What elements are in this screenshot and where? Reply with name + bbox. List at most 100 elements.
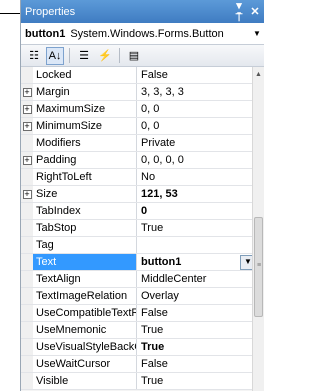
toolbar-separator — [69, 48, 70, 63]
property-row-locked[interactable]: Locked False — [21, 67, 264, 84]
row-gutter: + — [21, 118, 33, 134]
property-pages-icon[interactable]: ▤ — [125, 47, 143, 65]
property-row-modifiers[interactable]: Modifiers Private — [21, 135, 264, 152]
property-name: UseMnemonic — [33, 322, 137, 338]
property-row-text[interactable]: Text button1 ▼ — [21, 254, 264, 271]
property-value[interactable]: False — [137, 67, 264, 83]
property-row-tabindex[interactable]: TabIndex 0 — [21, 203, 264, 220]
expand-icon[interactable]: + — [22, 121, 32, 131]
property-row-maximumsize[interactable]: + MaximumSize 0, 0 — [21, 101, 264, 118]
property-name: Locked — [33, 67, 137, 83]
categorized-icon[interactable]: ☷ — [25, 47, 43, 65]
property-value[interactable]: button1 ▼ — [137, 254, 264, 270]
property-value-text: 3, 3, 3, 3 — [141, 86, 184, 98]
property-name: TabIndex — [33, 203, 137, 219]
property-row-righttoleft[interactable]: RightToLeft No — [21, 169, 264, 186]
property-row-tag[interactable]: Tag — [21, 237, 264, 254]
close-icon[interactable]: ✕ — [248, 5, 262, 18]
property-value-text: Private — [141, 137, 176, 149]
property-row-tabstop[interactable]: TabStop True — [21, 220, 264, 237]
property-value-text: True — [141, 375, 164, 387]
property-value-text: 0 — [141, 205, 148, 217]
property-value[interactable]: 0, 0, 0, 0 — [137, 152, 264, 168]
property-value[interactable]: True — [137, 373, 264, 389]
property-row-usemnemonic[interactable]: UseMnemonic True — [21, 322, 264, 339]
row-gutter — [21, 135, 33, 151]
property-value[interactable]: 0, 0 — [137, 118, 264, 134]
property-value[interactable]: No — [137, 169, 264, 185]
property-name: Visible — [33, 373, 137, 389]
property-row-size[interactable]: + Size 121, 53 — [21, 186, 264, 203]
chevron-down-icon[interactable]: ▼ — [250, 29, 264, 38]
property-row-usevisualstylebackcc[interactable]: UseVisualStyleBackCc True — [21, 339, 264, 356]
property-value[interactable]: MiddleCenter — [137, 271, 264, 287]
property-value-text: 121, 53 — [141, 188, 178, 200]
property-row-padding[interactable]: + Padding 0, 0, 0, 0 — [21, 152, 264, 169]
property-name: MinimumSize — [33, 118, 137, 134]
expand-icon[interactable]: + — [22, 155, 32, 165]
row-gutter — [21, 203, 33, 219]
toolbar-separator — [119, 48, 120, 63]
property-row-usewaitcursor[interactable]: UseWaitCursor False — [21, 356, 264, 373]
expand-icon[interactable]: + — [22, 87, 32, 97]
scroll-up-icon[interactable]: ▲ — [253, 67, 264, 81]
property-value[interactable]: True — [137, 322, 264, 338]
property-value[interactable]: 121, 53 — [137, 186, 264, 202]
expand-icon[interactable]: + — [22, 104, 32, 114]
property-row-minimumsize[interactable]: + MinimumSize 0, 0 — [21, 118, 264, 135]
property-value-text: True — [141, 341, 165, 353]
property-name: RightToLeft — [33, 169, 137, 185]
scrollbar-thumb[interactable]: ≡ — [254, 217, 263, 317]
property-value-text: 0, 0 — [141, 120, 160, 132]
row-gutter — [21, 288, 33, 304]
row-gutter — [21, 220, 33, 236]
object-selector[interactable]: button1 System.Windows.Forms.Button ▼ — [21, 23, 264, 45]
row-gutter — [21, 254, 33, 270]
property-value-text: False — [141, 358, 168, 370]
property-value[interactable]: 0 — [137, 203, 264, 219]
property-value[interactable]: False — [137, 305, 264, 321]
property-value[interactable] — [137, 237, 264, 253]
property-name: UseWaitCursor — [33, 356, 137, 372]
property-row-margin[interactable]: + Margin 3, 3, 3, 3 — [21, 84, 264, 101]
property-row-visible[interactable]: Visible True — [21, 373, 264, 390]
property-value[interactable]: True — [137, 339, 264, 355]
property-value-text: 0, 0, 0, 0 — [141, 154, 184, 166]
property-name: TextImageRelation — [33, 288, 137, 304]
property-value[interactable]: 0, 0 — [137, 101, 264, 117]
row-gutter — [21, 356, 33, 372]
property-row-usecompatibletextre[interactable]: UseCompatibleTextRe False — [21, 305, 264, 322]
row-gutter: + — [21, 84, 33, 100]
property-name: Size — [33, 186, 137, 202]
row-gutter — [21, 339, 33, 355]
property-name: Modifiers — [33, 135, 137, 151]
property-row-textalign[interactable]: TextAlign MiddleCenter — [21, 271, 264, 288]
property-name: Text — [33, 254, 137, 270]
property-value[interactable]: True — [137, 220, 264, 236]
window-title: Properties — [25, 5, 76, 18]
vertical-scrollbar[interactable]: ▲ ≡ — [252, 67, 264, 391]
property-value[interactable]: Private — [137, 135, 264, 151]
events-icon[interactable]: ⚡ — [96, 47, 114, 65]
object-name: button1 — [25, 27, 66, 40]
property-name: Padding — [33, 152, 137, 168]
pin-icon[interactable]: ▾ ⍑ — [232, 0, 246, 25]
properties-window: Properties ▾ ⍑ ✕ button1 System.Windows.… — [20, 0, 264, 391]
property-value-text: True — [141, 324, 164, 336]
alphabetical-icon[interactable]: A↓ — [46, 46, 64, 65]
title-bar[interactable]: Properties ▾ ⍑ ✕ — [21, 0, 264, 25]
property-value-text: button1 — [141, 256, 182, 268]
property-value-text: Overlay — [141, 290, 179, 302]
row-gutter — [21, 67, 33, 83]
row-gutter — [21, 237, 33, 253]
property-value[interactable]: Overlay — [137, 288, 264, 304]
property-value-text: False — [141, 69, 168, 81]
property-grid: Locked False + Margin 3, 3, 3, 3 + MaximumSize… — [21, 67, 264, 391]
property-value-text: False — [141, 307, 168, 319]
expand-icon[interactable]: + — [22, 189, 32, 199]
properties-icon[interactable]: ☰ — [75, 47, 93, 65]
row-gutter: + — [21, 101, 33, 117]
property-value[interactable]: 3, 3, 3, 3 — [137, 84, 264, 100]
property-value[interactable]: False — [137, 356, 264, 372]
property-row-textimagerelation[interactable]: TextImageRelation Overlay — [21, 288, 264, 305]
